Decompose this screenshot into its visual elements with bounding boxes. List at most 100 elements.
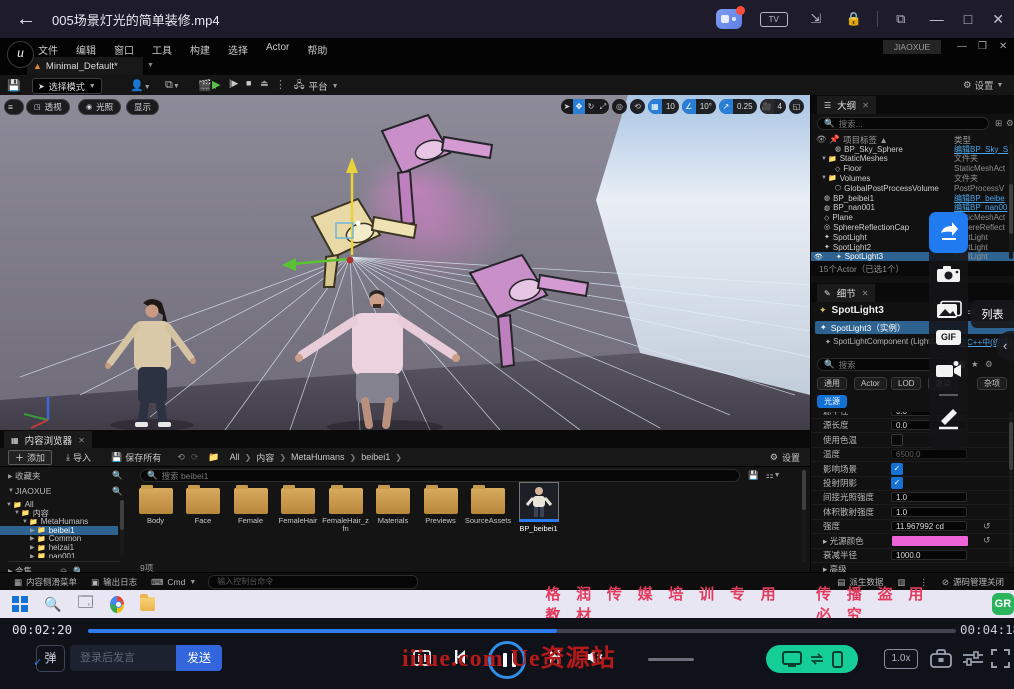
unreal-logo[interactable]: u xyxy=(7,41,34,68)
menu-工具[interactable]: 工具 xyxy=(152,42,172,57)
cb-folder-Face[interactable]: Face xyxy=(180,488,227,525)
send-button[interactable]: 发送 xyxy=(176,645,222,671)
property-checkbox[interactable]: ✓ xyxy=(891,463,903,475)
tab-dropdown-icon[interactable]: ▼ xyxy=(147,62,154,69)
save-icon[interactable]: 💾 xyxy=(7,79,21,92)
gif-record-icon[interactable]: GIF xyxy=(936,330,961,345)
ue-restore-button[interactable]: ❐ xyxy=(978,41,987,52)
menu-构建[interactable]: 构建 xyxy=(190,42,210,57)
recorder-share-button[interactable] xyxy=(929,212,968,253)
volume-slider[interactable] xyxy=(648,658,694,661)
grid-snap-control[interactable]: ▦ 10 xyxy=(648,99,679,114)
camera-speed-control[interactable]: 🎥 4 xyxy=(760,99,786,114)
recorder-list-flyout[interactable]: 列表 xyxy=(971,300,1014,328)
frame-skip-icon[interactable]: |▶ xyxy=(229,78,238,89)
game-center-icon[interactable] xyxy=(716,9,742,29)
close-tab-icon[interactable]: ✕ xyxy=(78,436,85,445)
scale-snap-control[interactable]: ↗ 0.25 xyxy=(719,99,757,114)
video-record-icon[interactable] xyxy=(929,360,968,380)
favorites-star-icon[interactable]: ★ xyxy=(971,359,979,370)
cb-tree-item-nan001[interactable]: ▶📁nan001 xyxy=(0,552,75,558)
category-chip-light[interactable]: 光源 xyxy=(817,395,847,408)
menu-编辑[interactable]: 编辑 xyxy=(76,42,96,57)
breadcrumb-item[interactable]: MetaHumans xyxy=(291,452,345,462)
gr-tray-icon[interactable]: GR xyxy=(992,593,1014,615)
select-tool-icon[interactable]: ➤ xyxy=(561,99,573,114)
console-input[interactable]: 输入控制台命令 xyxy=(208,575,418,589)
filter-chip-杂项[interactable]: 杂项 xyxy=(977,377,1007,390)
add-filter-icon[interactable]: ⊞ xyxy=(995,118,1002,129)
expand-caret-icon[interactable]: ▼ xyxy=(6,502,13,508)
cb-folder-Previews[interactable]: Previews xyxy=(417,488,464,525)
outliner-row[interactable]: ✦SpotLightSpotLight xyxy=(811,232,1014,242)
favorites-section[interactable]: ▶收藏夹 xyxy=(8,470,41,482)
close-tab-icon[interactable]: ✕ xyxy=(862,101,869,110)
back-icon[interactable]: ← xyxy=(16,8,36,31)
outliner-row[interactable]: ◇PlaneStaticMeshAct xyxy=(811,213,1014,223)
outliner-row[interactable]: ⬡GlobalPostProcessVolumePostProcessV xyxy=(811,183,1014,193)
settings-sliders-icon[interactable] xyxy=(962,649,984,668)
save-search-icon[interactable]: 💾 xyxy=(748,470,759,481)
close-tab-icon[interactable]: ✕ xyxy=(862,289,869,298)
breadcrumb-item[interactable]: 内容 xyxy=(256,451,274,464)
lit-mode-dropdown[interactable]: ◉ 光照 xyxy=(78,99,121,115)
breadcrumb-item[interactable]: beibei1 xyxy=(361,452,390,462)
filter-chip-LOD[interactable]: LOD xyxy=(891,377,921,390)
danmaku-input[interactable]: 登录后发言 xyxy=(70,645,176,671)
project-section[interactable]: ▼JIAOXUE xyxy=(8,486,51,496)
annotate-pen-icon[interactable] xyxy=(929,406,968,430)
add-actor-icon[interactable]: 👤▼ xyxy=(130,79,151,92)
lock-icon[interactable]: 🔒 xyxy=(844,11,864,27)
content-drawer-button[interactable]: ▦ 内容侧滑菜单 xyxy=(14,576,77,588)
blueprints-icon[interactable]: ⧉▼ xyxy=(165,79,180,92)
play-options-icon[interactable]: ⋮ xyxy=(275,78,286,91)
taskbar-app-icon[interactable]: 🗔 xyxy=(77,592,93,617)
breadcrumb-item[interactable]: All xyxy=(230,452,240,462)
import-button[interactable]: ⤓ 导入 xyxy=(60,451,97,464)
playback-speed-button[interactable]: 1.0x xyxy=(884,649,918,669)
screenshot-camera-icon[interactable] xyxy=(929,264,968,284)
file-explorer-icon[interactable] xyxy=(140,597,156,611)
expand-caret-icon[interactable]: ▶ xyxy=(30,527,37,534)
eject-icon[interactable]: ⏏ xyxy=(260,78,269,89)
filter-icon[interactable]: ⚏ ▼ xyxy=(766,470,781,481)
reset-to-default-icon[interactable]: ↺ xyxy=(983,521,991,532)
perspective-dropdown[interactable]: ◳ 透视 xyxy=(26,99,70,115)
cb-asset-bp-beibei1[interactable]: BP_beibei1 xyxy=(515,482,562,533)
search-icon[interactable]: 🔍 xyxy=(112,486,123,497)
cb-sidebar-scrollbar[interactable] xyxy=(120,500,124,556)
outliner-row[interactable]: ▼📁StaticMeshes文件夹 xyxy=(811,154,1014,164)
property-value-field[interactable]: 11.967992 cd xyxy=(891,521,967,531)
menu-Actor[interactable]: Actor xyxy=(266,42,289,57)
outliner-row[interactable]: ◇FloorStaticMeshAct xyxy=(811,164,1014,174)
actor-type[interactable]: 编辑BP_beibe xyxy=(954,193,1012,203)
world-local-icon[interactable]: ⟲ xyxy=(630,99,645,114)
outliner-scrollbar[interactable] xyxy=(1009,144,1013,259)
outliner-row[interactable]: ◍BP_Sky_Sphere编辑BP_Sky_S xyxy=(811,144,1014,154)
cb-folder-Materials[interactable]: Materials xyxy=(370,488,417,525)
expand-caret-icon[interactable]: ▼ xyxy=(14,510,21,516)
expand-caret-icon[interactable]: ▼ xyxy=(821,156,828,162)
outliner-settings-icon[interactable]: ⚙ xyxy=(1006,118,1014,129)
cmd-dropdown[interactable]: ⌨ Cmd▼ xyxy=(151,577,196,588)
outliner-row[interactable]: ◎SphereReflectionCapSphereReflect xyxy=(811,222,1014,232)
surface-snap-icon[interactable]: ◎ xyxy=(612,99,627,114)
show-dropdown[interactable]: 显示 xyxy=(126,99,159,115)
expand-caret-icon[interactable]: ▼ xyxy=(22,519,29,525)
cb-folder-FemaleHair_zfn[interactable]: FemaleHair_zfn xyxy=(322,488,369,533)
cb-folder-Female[interactable]: Female xyxy=(227,488,274,525)
platform-dropdown[interactable]: 🖧 平台 ▼ xyxy=(294,78,339,94)
filter-chip-通用[interactable]: 通用 xyxy=(817,377,847,390)
windows-start-icon[interactable] xyxy=(12,596,28,612)
rotate-tool-icon[interactable]: ↻ xyxy=(585,99,597,114)
cb-folder-Body[interactable]: Body xyxy=(132,488,179,525)
outliner-search-input[interactable]: 🔍 搜索... xyxy=(817,117,989,130)
screencast-icon[interactable]: ⇲ xyxy=(806,11,826,27)
actor-type[interactable]: 编辑BP_Sky_S xyxy=(954,144,1012,154)
danmaku-toggle[interactable]: 弹✓ xyxy=(36,645,65,672)
fullscreen-icon[interactable] xyxy=(991,649,1010,668)
level-tab[interactable]: ▲ Minimal_Default* xyxy=(27,57,143,75)
close-button[interactable]: ✕ xyxy=(992,11,1004,28)
property-checkbox[interactable]: ✓ xyxy=(891,477,903,489)
property-value-field[interactable]: 1000.0 xyxy=(891,550,967,560)
